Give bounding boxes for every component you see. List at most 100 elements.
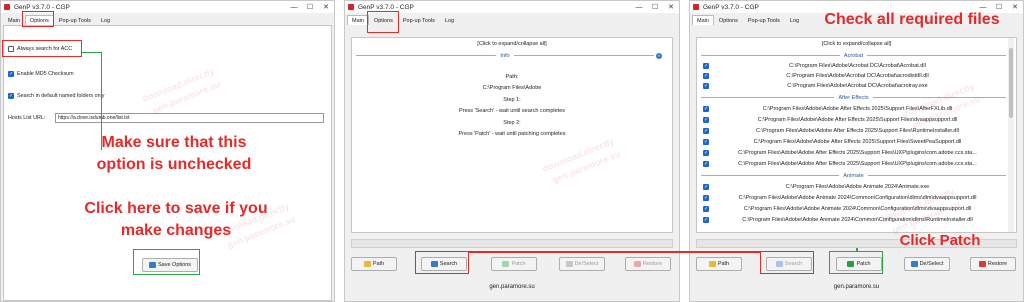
info-section-label: Info	[500, 52, 510, 59]
footer-link[interactable]: gen.paramore.su	[690, 284, 1023, 290]
animate-section-header[interactable]: Animate	[701, 171, 1006, 180]
after-effects-section-label: After Effects	[838, 94, 869, 101]
deselect-label: De/Select	[919, 261, 944, 267]
deselect-label: De/Select	[574, 261, 599, 267]
tab-bar: Main Options Pop-up Tools Log	[692, 15, 804, 25]
file-path: C:\Program Files\Adobe\Adobe After Effec…	[738, 150, 977, 156]
file-row[interactable]: ✓ C:\Program Files\Adobe\Acrobat DC\Acrob…	[703, 61, 1006, 71]
toggle-icon	[910, 261, 918, 267]
file-path: C:\Program Files\Adobe\Adobe After Effec…	[738, 161, 977, 167]
step1-label: Step 1:	[503, 97, 521, 103]
app-icon	[693, 4, 699, 10]
file-path: C:\Program Files\Adobe\Adobe Animate 202…	[743, 206, 972, 212]
close-button[interactable]: ✕	[318, 1, 334, 13]
step1-text: Press 'Search' - wait until search compl…	[458, 108, 566, 114]
patch-connector-line	[856, 248, 858, 251]
progress-bar	[351, 239, 673, 248]
search-connector-line	[469, 251, 760, 253]
file-row[interactable]: ✓ C:\Program Files\Adobe\Adobe After Effe…	[703, 126, 1006, 136]
collapse-icon[interactable]: ˄	[656, 52, 662, 59]
animate-section-label: Animate	[843, 172, 864, 179]
search-default-checkbox[interactable]: ✓	[8, 93, 14, 99]
file-row[interactable]: ✓ C:\Program Files\Adobe\Adobe After Effe…	[703, 104, 1006, 114]
file-path: C:\Program Files\Adobe\Adobe After Effec…	[756, 128, 959, 134]
file-row[interactable]: ✓ C:\Program Files\Adobe\Adobe After Effe…	[703, 115, 1006, 125]
file-path: C:\Program Files\Adobe\Adobe After Effec…	[757, 117, 958, 123]
expand-collapse-all[interactable]: [Click to expand/collapse all]	[352, 41, 672, 47]
minimize-button[interactable]: —	[286, 1, 302, 13]
patch-button[interactable]: Patch	[491, 257, 537, 271]
file-path: C:\Program Files\Adobe\Adobe After Effec…	[762, 106, 953, 112]
path-button[interactable]: Path	[696, 257, 742, 271]
folder-icon	[363, 261, 371, 267]
path-label: Path	[717, 261, 730, 267]
tab-main[interactable]: Main	[347, 15, 369, 25]
tab-popup-tools[interactable]: Pop-up Tools	[743, 15, 785, 25]
step2-text: Press 'Patch' - wait until patching comp…	[458, 131, 566, 137]
tab-popup-tools[interactable]: Pop-up Tools	[398, 15, 440, 25]
info-section-header[interactable]: Info ˄	[356, 51, 662, 60]
files-panel: [Click to expand/collapse all] Acrobat ✓…	[696, 37, 1017, 233]
file-row[interactable]: ✓ C:\Program Files\Adobe\Adobe Animate 20…	[703, 215, 1006, 225]
file-row[interactable]: ✓ C:\Program Files\Adobe\Adobe Animate 20…	[703, 204, 1006, 214]
tab-main[interactable]: Main	[692, 15, 714, 25]
window-main-info: GenP v3.7.0 - CGP — ☐ ✕ Main Options Pop…	[344, 0, 680, 302]
maximize-button[interactable]: ☐	[302, 1, 318, 13]
toggle-icon	[565, 261, 573, 267]
file-path: C:\Program Files\Adobe\Acrobat DC\Acroba…	[786, 73, 929, 79]
shield-icon	[502, 261, 510, 267]
path-value: C:\Program Files\Adobe	[482, 85, 542, 91]
tab-options[interactable]: Options	[714, 15, 743, 25]
vertical-scrollbar[interactable]	[1008, 38, 1014, 232]
restore-label: Restore	[987, 261, 1008, 267]
scrollbar-thumb[interactable]	[1009, 48, 1013, 118]
file-path: C:\Program Files\Adobe\Acrobat DC\Acroba…	[787, 83, 928, 89]
check-files-annotation: Check all required files	[824, 11, 1000, 28]
tab-log[interactable]: Log	[96, 15, 115, 25]
app-icon	[4, 4, 10, 10]
file-path: C:\Program Files\Adobe\Acrobat DC\Acroba…	[789, 63, 926, 69]
file-row[interactable]: ✓ C:\Program Files\Adobe\Adobe Animate 20…	[703, 193, 1006, 203]
expand-collapse-all[interactable]: [Click to expand/collapse all]	[697, 41, 1016, 47]
search-button-highlight	[415, 251, 469, 274]
file-row[interactable]: ✓ C:\Program Files\Adobe\Adobe Animate 20…	[703, 182, 1006, 192]
options-tab-highlight	[22, 11, 54, 27]
file-row[interactable]: ✓ C:\Program Files\Adobe\Acrobat DC\Acrob…	[703, 81, 1006, 91]
disabled-search-highlight	[760, 251, 814, 274]
file-path: C:\Program Files\Adobe\Adobe Animate 202…	[742, 217, 973, 223]
tab-log[interactable]: Log	[440, 15, 459, 25]
click-patch-annotation: Click Patch	[899, 232, 981, 249]
info-panel: [Click to expand/collapse all] Info ˄ Pa…	[351, 37, 673, 233]
uncheck-annotation: Make sure that this option is unchecked	[96, 134, 252, 173]
restore-icon	[978, 261, 986, 267]
file-path: C:\Program Files\Adobe\Adobe After Effec…	[753, 139, 962, 145]
tab-log[interactable]: Log	[785, 15, 804, 25]
path-button[interactable]: Path	[351, 257, 397, 271]
tab-bar: Main Options Pop-up Tools Log	[3, 15, 115, 25]
restore-button[interactable]: Restore	[625, 257, 671, 271]
after-effects-section-header[interactable]: After Effects	[701, 93, 1006, 102]
restore-button[interactable]: Restore	[970, 257, 1016, 271]
file-row[interactable]: ✓ C:\Program Files\Adobe\Adobe After Effe…	[703, 137, 1006, 147]
tab-popup-tools[interactable]: Pop-up Tools	[54, 15, 96, 25]
file-row[interactable]: ✓ C:\Program Files\Adobe\Adobe After Effe…	[703, 159, 1006, 169]
path-label: Path:	[505, 74, 519, 80]
step2-label: Step 2:	[503, 120, 521, 126]
minimize-button[interactable]: —	[631, 1, 647, 13]
app-icon	[348, 4, 354, 10]
deselect-button[interactable]: De/Select	[904, 257, 950, 271]
tab-bar: Main Options Pop-up Tools Log	[347, 15, 459, 25]
enable-md5-checkbox[interactable]: ✓	[8, 71, 14, 77]
close-button[interactable]: ✕	[663, 1, 679, 13]
deselect-button[interactable]: De/Select	[559, 257, 605, 271]
file-row[interactable]: ✓ C:\Program Files\Adobe\Adobe After Effe…	[703, 148, 1006, 158]
maximize-button[interactable]: ☐	[647, 1, 663, 13]
file-path: C:\Program Files\Adobe\Adobe Animate 202…	[785, 184, 930, 190]
folder-icon	[708, 261, 716, 267]
window-title: GenP v3.7.0 - CGP	[14, 3, 70, 11]
footer-link[interactable]: gen.paramore.su	[345, 284, 679, 290]
acrobat-section-header[interactable]: Acrobat	[701, 51, 1006, 60]
path-label: Path	[372, 261, 385, 267]
enable-md5-option[interactable]: ✓ Enable MD5 Checksum	[8, 71, 74, 77]
file-row[interactable]: ✓ C:\Program Files\Adobe\Acrobat DC\Acrob…	[703, 71, 1006, 81]
